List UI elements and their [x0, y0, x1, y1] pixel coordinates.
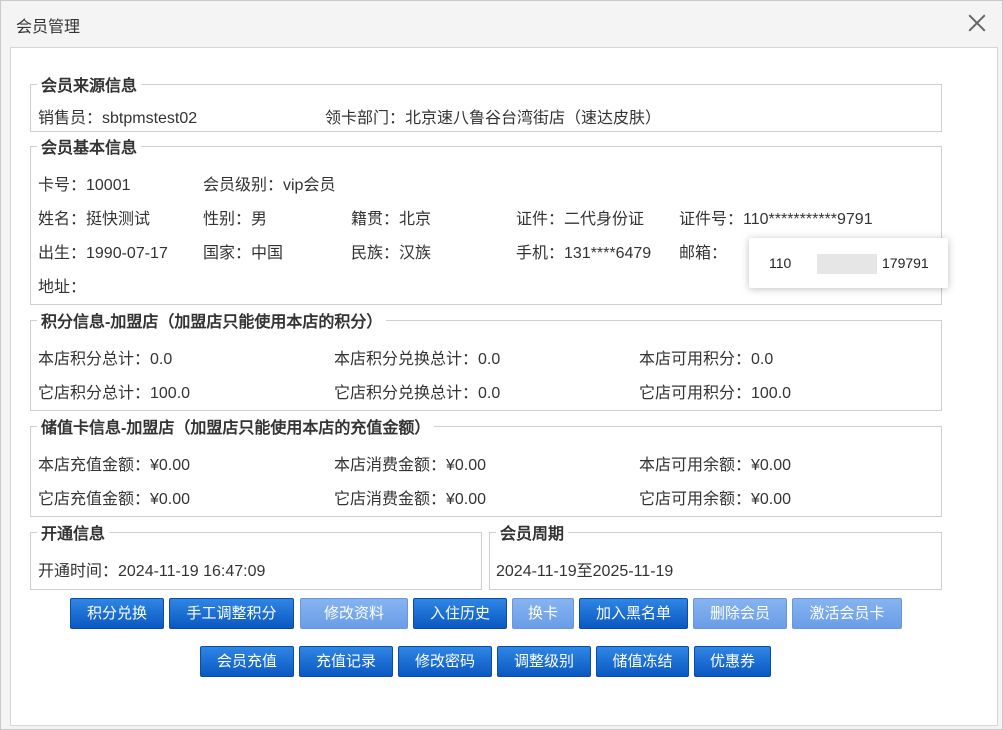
dialog-title: 会员管理	[16, 19, 81, 36]
stored-value-legend: 储值卡信息-加盟店（加盟店只能使用本店的充值金额）	[41, 420, 431, 437]
member-address: 地址：	[38, 279, 87, 296]
points-local-total: 本店积分总计：0.0	[38, 351, 173, 368]
member-native-place: 籍贯：北京	[351, 211, 432, 228]
adjust-level-button[interactable]: 调整级别	[497, 646, 591, 677]
recharge-record-button[interactable]: 充值记录	[299, 646, 393, 677]
member-recharge-button[interactable]: 会员充值	[200, 646, 294, 677]
open-time: 开通时间：2024-11-19 16:47:09	[38, 563, 266, 580]
change-password-button[interactable]: 修改密码	[398, 646, 492, 677]
change-card-button[interactable]: 换卡	[512, 598, 574, 629]
card-number: 卡号：10001	[38, 177, 131, 194]
member-gender: 性别：男	[203, 211, 268, 228]
dialog-titlebar: 会员管理	[1, 1, 1002, 45]
points-local-available: 本店可用积分：0.0	[639, 351, 774, 368]
open-info-legend: 开通信息	[41, 526, 106, 543]
redeem-points-button[interactable]: 积分兑换	[70, 598, 164, 629]
delete-member-button[interactable]: 删除会员	[693, 598, 787, 629]
points-other-available: 它店可用积分：100.0	[639, 385, 792, 402]
source-info-legend: 会员来源信息	[41, 78, 138, 95]
stored-local-recharge: 本店充值金额：¥0.00	[38, 457, 191, 474]
stored-local-consume: 本店消费金额：¥0.00	[334, 457, 487, 474]
id-number: 证件号：110***********9791	[679, 211, 873, 228]
coupon-button[interactable]: 优惠券	[694, 646, 771, 677]
tooltip-suffix: 179791	[882, 255, 929, 271]
stored-other-balance: 它店可用余额：¥0.00	[639, 491, 792, 508]
points-local-redeemed: 本店积分兑换总计：0.0	[334, 351, 501, 368]
id-type: 证件：二代身份证	[516, 211, 645, 228]
member-period-legend: 会员周期	[500, 526, 565, 543]
member-level: 会员级别：vip会员	[203, 177, 336, 194]
member-ethnicity: 民族：汉族	[351, 245, 432, 262]
member-birth: 出生：1990-07-17	[38, 245, 168, 262]
stored-local-balance: 本店可用余额：¥0.00	[639, 457, 792, 474]
member-name: 姓名：挺快测试	[38, 211, 151, 228]
card-department: 领卡部门：北京速八鲁谷台湾街店（速达皮肤）	[325, 110, 662, 127]
id-number-tooltip: 110 179791	[749, 238, 948, 288]
adjust-points-button[interactable]: 手工调整积分	[169, 598, 294, 629]
salesperson: 销售员：sbtpmstest02	[38, 110, 198, 127]
close-icon[interactable]	[965, 11, 989, 35]
member-period-range: 2024-11-19至2025-11-19	[496, 563, 674, 580]
edit-info-button[interactable]: 修改资料	[300, 598, 408, 629]
freeze-stored-value-button[interactable]: 储值冻结	[596, 646, 689, 677]
stored-other-consume: 它店消费金额：¥0.00	[334, 491, 487, 508]
member-email: 邮箱：	[679, 245, 728, 262]
activate-card-button[interactable]: 激活会员卡	[792, 598, 902, 629]
add-blacklist-button[interactable]: 加入黑名单	[579, 598, 688, 629]
points-info-legend: 积分信息-加盟店（加盟店只能使用本店的积分）	[41, 314, 383, 331]
stay-history-button[interactable]: 入住历史	[413, 598, 507, 629]
tooltip-prefix: 110	[769, 255, 792, 271]
member-mobile: 手机：131****6479	[516, 245, 652, 262]
basic-info-legend: 会员基本信息	[41, 140, 138, 157]
points-other-redeemed: 它店积分兑换总计：0.0	[334, 385, 501, 402]
member-country: 国家：中国	[203, 245, 284, 262]
points-other-total: 它店积分总计：100.0	[38, 385, 191, 402]
redaction-blur	[817, 254, 877, 274]
stored-other-recharge: 它店充值金额：¥0.00	[38, 491, 191, 508]
